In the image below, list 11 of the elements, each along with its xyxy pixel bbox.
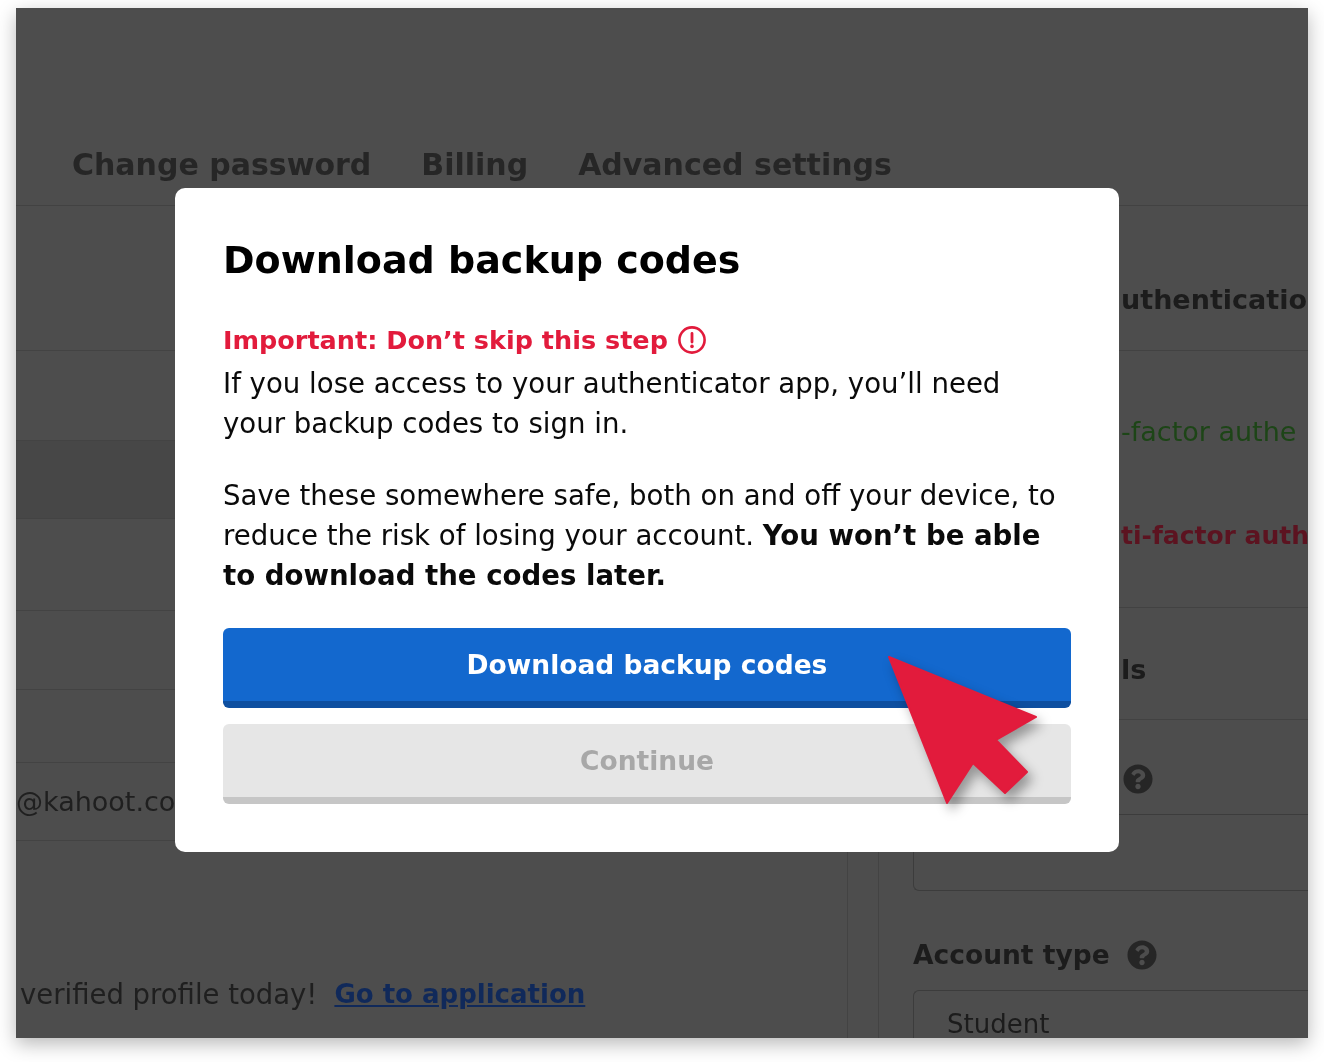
cursor-arrow-icon [886,654,1040,806]
body-text: Save these somewhere safe, both on and off your device, to reduce the risk of losing your account. You won’t be able to download the codes later. [223,478,1057,594]
warning-text: Important: Don’t skip this step [223,324,668,357]
dialog-title: Download backup codes [223,237,741,284]
help-icon[interactable] [1123,764,1153,794]
status-text: ti-factor auth [1121,520,1308,552]
application-link[interactable]: Go to application [334,976,586,1012]
primary-button[interactable]: Download backup codes [223,628,1071,708]
exclamation-circle-icon [677,326,706,354]
help-icon[interactable] [1126,940,1157,970]
body-text: If you lose access to your authenticator app, you’ll need your backup codes to sign in. [223,366,1002,442]
